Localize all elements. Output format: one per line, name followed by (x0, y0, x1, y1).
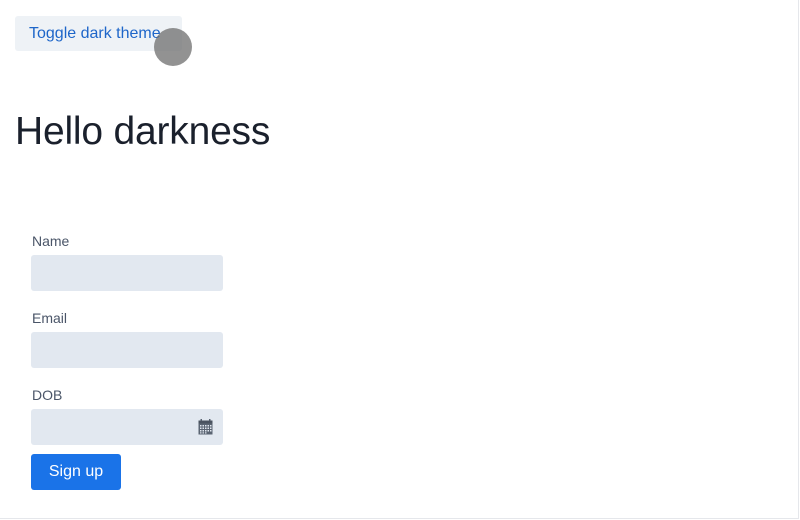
dob-label: DOB (32, 387, 63, 403)
name-input[interactable] (31, 255, 223, 291)
name-label: Name (32, 233, 70, 249)
page-title: Hello darkness (15, 110, 271, 153)
dob-input-wrapper (31, 409, 223, 445)
dob-field-group: DOB (31, 386, 223, 445)
signup-form: Name Email DOB Sign up (31, 232, 223, 490)
email-label: Email (32, 310, 68, 326)
email-field-group: Email (31, 309, 223, 368)
toggle-dark-theme-button[interactable]: Toggle dark theme (15, 16, 182, 51)
dob-input[interactable] (31, 409, 223, 445)
page: Toggle dark theme Hello darkness Name Em… (0, 0, 799, 519)
sign-up-button[interactable]: Sign up (31, 454, 121, 490)
email-input[interactable] (31, 332, 223, 368)
name-field-group: Name (31, 232, 223, 291)
calendar-icon[interactable] (198, 419, 213, 435)
